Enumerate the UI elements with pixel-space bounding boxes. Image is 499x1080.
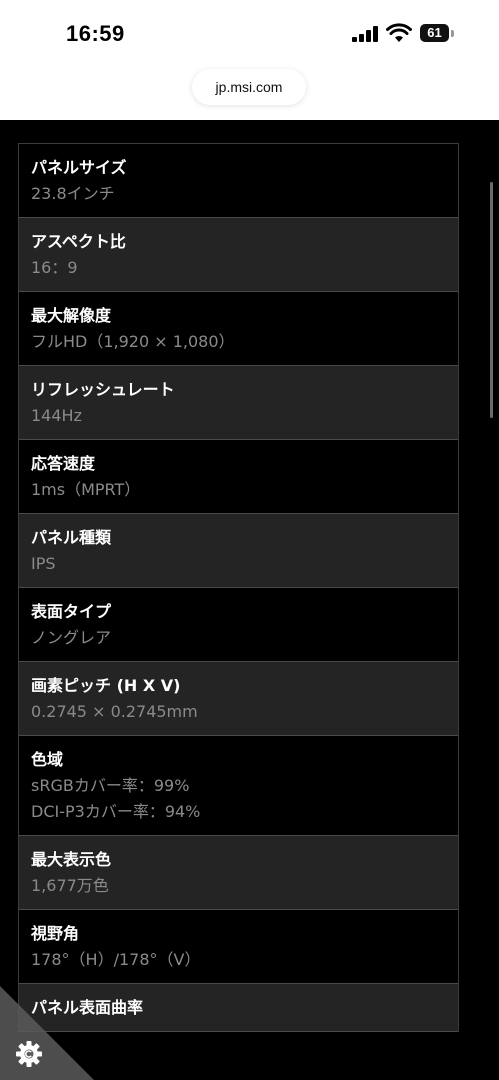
spec-value: 178°（H）/178°（V） xyxy=(31,950,201,969)
spec-value: ノングレア xyxy=(31,628,112,647)
page-content: パネルサイズ 23.8インチ アスペクト比 16：9 最大解像度フルHD（1,920 ×… xyxy=(0,120,499,1080)
spec-label: アスペクト比 xyxy=(31,232,126,251)
spec-row: 応答速度 1ms（MPRT） xyxy=(19,440,458,514)
spec-value: 16：9 xyxy=(31,258,78,277)
battery-tip xyxy=(451,30,454,37)
spec-row: パネルサイズ 23.8インチ xyxy=(19,144,458,218)
scrollbar[interactable] xyxy=(490,182,493,418)
gear-icon xyxy=(16,1041,42,1067)
wifi-icon xyxy=(386,23,412,42)
browser-url-area: jp.msi.com xyxy=(0,66,499,120)
spec-row: アスペクト比 16：9 xyxy=(19,218,458,292)
spec-label: パネル種類 xyxy=(31,528,112,547)
spec-label: 視野角 xyxy=(31,924,80,943)
spec-label: 表面タイプ xyxy=(31,602,112,621)
spec-row: 色域 sRGBカバー率：99% DCI-P3カバー率：94% xyxy=(19,736,458,836)
spec-table: パネルサイズ 23.8インチ アスペクト比 16：9 最大解像度フルHD（1,920 ×… xyxy=(18,143,459,1032)
spec-value: 23.8インチ xyxy=(31,184,115,203)
spec-value: 144Hz xyxy=(31,406,82,425)
spec-value: 1ms（MPRT） xyxy=(31,480,141,499)
spec-label: 最大解像度 xyxy=(31,306,112,325)
spec-label: パネルサイズ xyxy=(31,158,127,177)
spec-value: sRGBカバー率：99% xyxy=(31,776,190,795)
spec-label: 画素ピッチ (H X V) xyxy=(31,676,181,695)
spec-row: 最大表示色 1,677万色 xyxy=(19,836,458,910)
status-time: 16:59 xyxy=(66,21,125,46)
spec-row: 表面タイプノングレア xyxy=(19,588,458,662)
status-bar: 16:59 61 xyxy=(0,0,499,66)
spec-label: 色域 xyxy=(31,750,64,769)
spec-label: 最大表示色 xyxy=(31,850,112,869)
spec-label: 応答速度 xyxy=(31,454,96,473)
signal-icon xyxy=(352,26,378,42)
spec-label: リフレッシュレート xyxy=(31,380,175,399)
spec-value: IPS xyxy=(31,554,56,573)
spec-row: パネル種類 IPS xyxy=(19,514,458,588)
spec-value: 1,677万色 xyxy=(31,876,109,895)
spec-value: フルHD（1,920 × 1,080） xyxy=(31,332,235,351)
spec-row: リフレッシュレート 144Hz xyxy=(19,366,458,440)
corner-settings-button[interactable] xyxy=(0,986,94,1080)
spec-row: 最大解像度フルHD（1,920 × 1,080） xyxy=(19,292,458,366)
spec-row: 視野角 178°（H）/178°（V） xyxy=(19,910,458,984)
spec-value: DCI-P3カバー率：94% xyxy=(31,802,201,821)
url-bar[interactable]: jp.msi.com xyxy=(192,69,306,105)
battery-level: 61 xyxy=(420,24,449,42)
spec-row: 画素ピッチ (H X V) 0.2745 × 0.2745mm xyxy=(19,662,458,736)
spec-value: 0.2745 × 0.2745mm xyxy=(31,702,198,721)
battery-icon: 61 xyxy=(420,24,454,42)
